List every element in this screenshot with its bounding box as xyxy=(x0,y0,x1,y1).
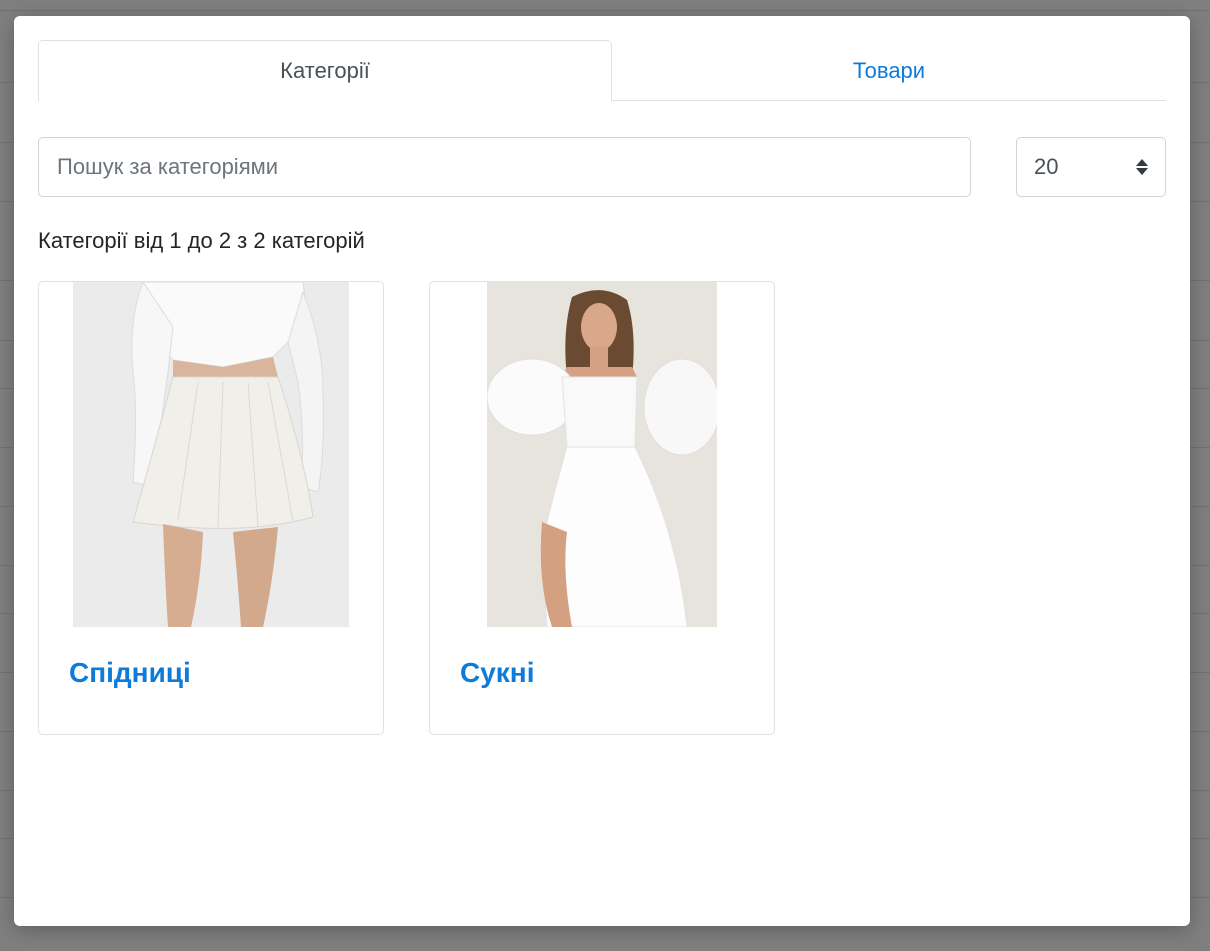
tab-products[interactable]: Товари xyxy=(612,40,1166,101)
category-image xyxy=(73,282,349,627)
category-title[interactable]: Спідниці xyxy=(69,657,191,689)
per-page-select[interactable]: 20 xyxy=(1016,137,1166,197)
category-title[interactable]: Сукні xyxy=(460,657,535,689)
per-page-value: 20 xyxy=(1034,154,1059,179)
results-summary: Категорії від 1 до 2 з 2 категорій xyxy=(38,228,365,253)
category-picker-modal: Категорії Товари 20 Категорії від 1 до 2… xyxy=(14,16,1190,926)
category-card[interactable]: Сукні xyxy=(429,281,775,735)
sort-arrows-icon xyxy=(1136,158,1148,176)
tab-categories[interactable]: Категорії xyxy=(38,40,612,102)
tab-bar: Категорії Товари xyxy=(38,40,1166,102)
category-image xyxy=(486,282,721,628)
photo-dress-icon xyxy=(486,282,721,628)
category-card[interactable]: Спідниці xyxy=(38,281,384,735)
photo-skirt-icon xyxy=(73,282,349,627)
search-input[interactable] xyxy=(38,137,971,197)
